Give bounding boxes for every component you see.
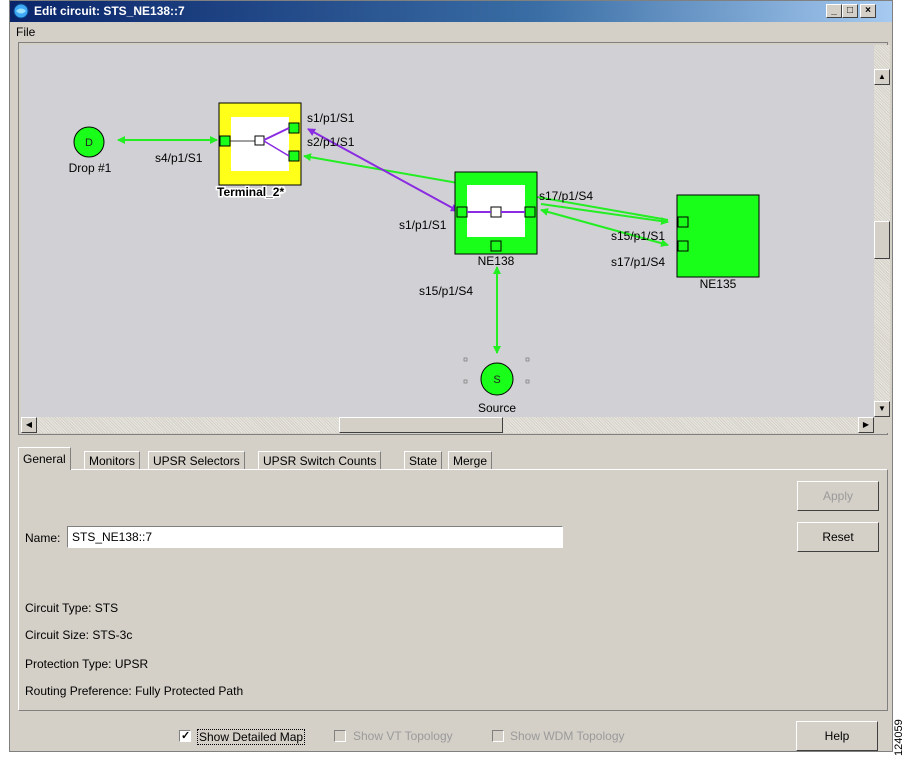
minimize-button[interactable]: _ — [826, 4, 842, 18]
drop-node-label: Drop #1 — [69, 161, 112, 175]
port-label: s2/p1/S1 — [307, 135, 355, 149]
circuit-map: D Drop #1 Terminal_2* NE138 NE135 S Sour… — [21, 45, 874, 417]
apply-button[interactable]: Apply — [797, 481, 879, 511]
reset-button[interactable]: Reset — [797, 522, 879, 552]
check-mark-icon: ✓ — [181, 730, 191, 742]
routing-preference-text: Routing Preference: Fully Protected Path — [25, 684, 244, 698]
menu-bar: File — [10, 22, 892, 42]
window-title: Edit circuit: STS_NE138::7 — [34, 4, 185, 18]
figure-number: 124059 — [893, 719, 904, 756]
ne135-node[interactable]: NE135 — [676, 194, 760, 291]
port-label: s4/p1/S1 — [155, 151, 203, 165]
port-label: s17/p1/S4 — [611, 255, 665, 269]
ne138-node-label: NE138 — [478, 254, 515, 268]
edit-circuit-window: Edit circuit: STS_NE138::7 _ □ × File D … — [9, 0, 893, 752]
drop-node[interactable]: D Drop #1 — [69, 126, 112, 175]
port-label: s15/p1/S1 — [611, 229, 665, 243]
maximize-button[interactable]: □ — [842, 4, 858, 18]
tab-merge[interactable]: Merge — [448, 451, 493, 470]
protection-type-text: Protection Type: UPSR — [25, 657, 149, 671]
vertical-scroll-thumb[interactable] — [874, 221, 890, 259]
scroll-down-button[interactable]: ▼ — [874, 401, 890, 417]
bottom-bar: ✓ Show Detailed Map Show VT Topology Sho… — [10, 715, 892, 751]
port-label: s17/p1/S4 — [539, 189, 593, 203]
general-panel: Apply Reset Name: STS_NE138::7 Circuit T… — [18, 469, 888, 711]
title-bar: Edit circuit: STS_NE138::7 _ □ × — [10, 1, 892, 22]
menu-file[interactable]: File — [16, 25, 35, 39]
show-detailed-map-label[interactable]: Show Detailed Map — [197, 729, 306, 745]
app-icon — [13, 3, 29, 19]
path-ne138-ne135-1[interactable] — [540, 203, 669, 225]
close-button[interactable]: × — [860, 4, 876, 18]
scroll-right-button[interactable]: ▶ — [858, 417, 874, 433]
tab-state[interactable]: State — [404, 451, 443, 470]
show-vt-topology-checkbox[interactable] — [334, 730, 346, 742]
source-node-letter: S — [493, 374, 500, 386]
circuit-size-text: Circuit Size: STS-3c — [25, 628, 133, 642]
scroll-up-button[interactable]: ▲ — [874, 69, 890, 85]
horizontal-scrollbar[interactable]: ◀ ▶ — [21, 417, 874, 433]
source-selection-handle — [463, 379, 468, 384]
scroll-left-button[interactable]: ◀ — [21, 417, 37, 433]
show-vt-topology-label: Show VT Topology — [353, 729, 453, 743]
tab-upsr-selectors[interactable]: UPSR Selectors — [148, 451, 245, 470]
ne138-node[interactable]: NE138 — [454, 171, 538, 268]
port-label: s1/p1/S1 — [307, 111, 355, 125]
circuit-type-text: Circuit Type: STS — [25, 601, 119, 615]
name-field[interactable]: STS_NE138::7 — [67, 526, 563, 548]
tab-general[interactable]: General — [18, 447, 71, 470]
show-wdm-topology-label: Show WDM Topology — [510, 729, 625, 743]
source-node-label: Source — [478, 401, 516, 415]
port-label: s15/p1/S4 — [419, 284, 473, 298]
name-field-value: STS_NE138::7 — [72, 530, 153, 544]
help-button[interactable]: Help — [796, 721, 878, 751]
source-node[interactable]: S Source — [463, 357, 530, 415]
show-detailed-map-checkbox[interactable]: ✓ — [179, 730, 191, 742]
source-selection-handle — [463, 357, 468, 362]
name-label: Name: — [25, 531, 61, 545]
scroll-corner — [874, 417, 890, 433]
vertical-scrollbar[interactable]: ▲ ▼ — [874, 45, 890, 417]
source-selection-handle — [525, 379, 530, 384]
tab-upsr-switch-counts[interactable]: UPSR Switch Counts — [258, 451, 382, 470]
terminal-node-label: Terminal_2* — [217, 185, 284, 199]
terminal-node[interactable]: Terminal_2* — [216, 102, 302, 201]
tab-monitors[interactable]: Monitors — [84, 451, 141, 470]
port-label: s1/p1/S1 — [399, 218, 447, 232]
drop-node-letter: D — [85, 137, 93, 149]
horizontal-scroll-thumb[interactable] — [339, 417, 503, 433]
source-selection-handle — [525, 357, 530, 362]
circuit-map-view: D Drop #1 Terminal_2* NE138 NE135 S Sour… — [18, 42, 890, 435]
ne135-node-label: NE135 — [700, 277, 737, 291]
show-wdm-topology-checkbox[interactable] — [492, 730, 504, 742]
